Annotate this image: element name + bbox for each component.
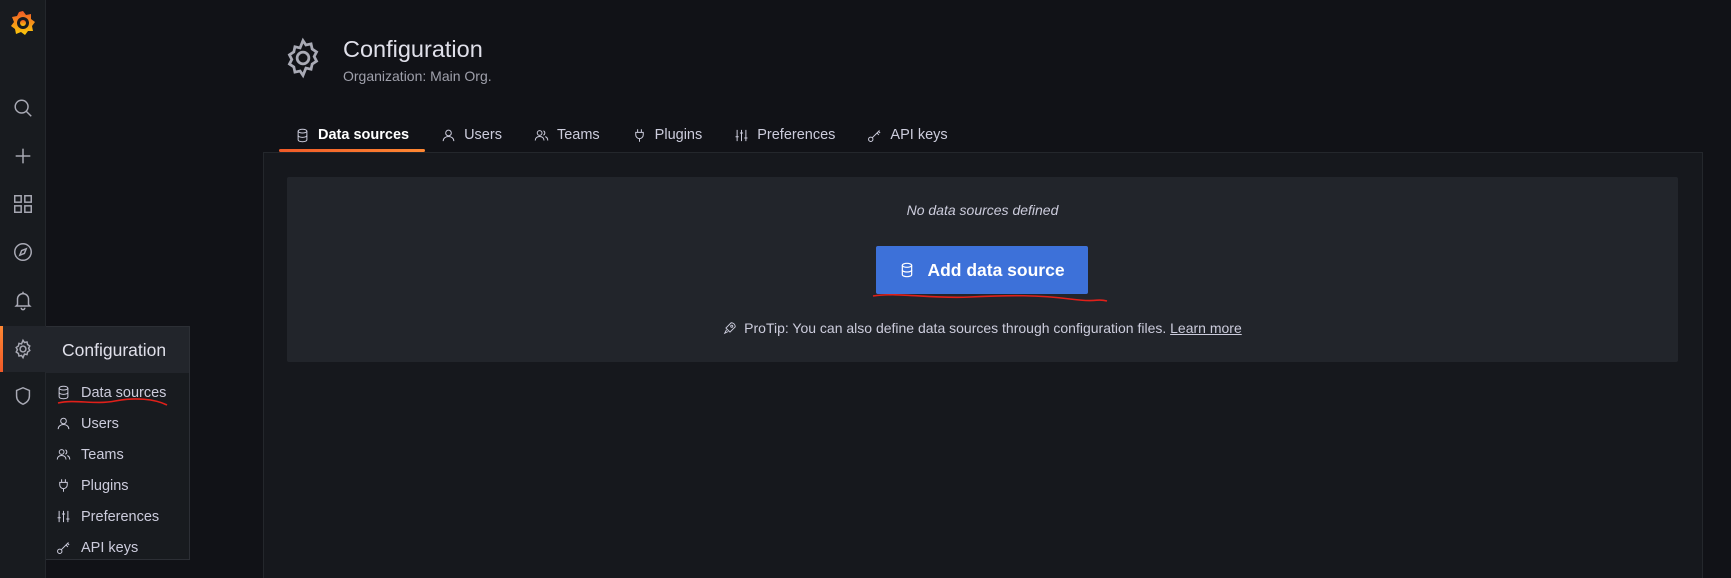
tab-users[interactable]: Users	[425, 118, 518, 152]
tab-bar: Data sources Users Teams Plugins Prefere…	[279, 118, 964, 152]
tab-label: API keys	[890, 127, 948, 143]
tab-data-sources[interactable]: Data sources	[279, 118, 426, 152]
flyout-item-label: Plugins	[81, 477, 129, 494]
configuration-flyout-menu: Configuration Data sources Users Teams P…	[46, 326, 190, 560]
tab-plugins[interactable]: Plugins	[616, 118, 719, 152]
plug-icon	[59, 479, 68, 492]
add-data-source-button[interactable]: Add data source	[876, 246, 1088, 294]
key-icon	[57, 542, 70, 554]
dashboards-icon[interactable]	[9, 190, 37, 218]
flyout-item-users[interactable]: Users	[46, 408, 189, 439]
add-data-source-label: Add data source	[927, 259, 1065, 280]
shield-icon[interactable]	[9, 382, 37, 410]
flyout-item-label: Data sources	[81, 384, 167, 401]
sliders-icon	[735, 129, 748, 141]
protip-text: ProTip: You can also define data sources…	[287, 320, 1678, 336]
flyout-item-preferences[interactable]: Preferences	[46, 501, 189, 532]
flyout-item-label: API keys	[81, 539, 139, 556]
learn-more-link[interactable]: Learn more	[1170, 320, 1242, 336]
plug-icon	[634, 128, 644, 142]
tab-preferences[interactable]: Preferences	[718, 118, 851, 152]
key-icon	[868, 129, 881, 142]
database-icon	[58, 385, 69, 400]
tab-label: Plugins	[654, 127, 703, 143]
plus-icon[interactable]	[9, 142, 37, 170]
users-icon	[56, 449, 71, 460]
page-title: Configuration	[343, 36, 483, 62]
tab-label: Users	[464, 127, 502, 143]
database-icon	[902, 262, 913, 278]
sidebar	[0, 0, 46, 578]
empty-state-title: No data sources defined	[906, 202, 1059, 218]
flyout-item-api-keys[interactable]: API keys	[46, 532, 189, 563]
search-icon[interactable]	[9, 94, 37, 122]
page-subtitle: Organization: Main Org.	[343, 68, 492, 84]
tab-teams[interactable]: Teams	[518, 118, 616, 152]
tab-label: Data sources	[318, 127, 410, 143]
alert-bell-icon[interactable]	[9, 286, 37, 314]
sliders-icon	[57, 510, 70, 523]
database-icon	[297, 128, 308, 142]
active-nav-indicator	[0, 326, 3, 372]
rocket-icon	[723, 322, 736, 335]
explore-icon[interactable]	[9, 238, 37, 266]
flyout-item-data-sources[interactable]: Data sources	[46, 377, 189, 408]
flyout-item-label: Users	[81, 415, 119, 432]
tab-api-keys[interactable]: API keys	[851, 118, 963, 152]
flyout-item-teams[interactable]: Teams	[46, 439, 189, 470]
flyout-title[interactable]: Configuration	[46, 327, 189, 373]
gear-icon	[281, 36, 325, 80]
flyout-item-label: Preferences	[81, 508, 160, 525]
user-icon	[57, 417, 70, 430]
tab-label: Preferences	[757, 127, 836, 143]
flyout-item-label: Teams	[81, 446, 124, 463]
grafana-logo[interactable]	[8, 8, 38, 38]
gear-icon[interactable]	[9, 335, 37, 363]
tab-label: Teams	[556, 127, 600, 143]
flyout-item-plugins[interactable]: Plugins	[46, 470, 189, 501]
user-icon	[442, 129, 455, 141]
empty-state-card: No data sources defined Add data source …	[287, 177, 1678, 362]
users-icon	[534, 129, 549, 141]
protip-message: ProTip: You can also define data sources…	[744, 320, 1167, 336]
